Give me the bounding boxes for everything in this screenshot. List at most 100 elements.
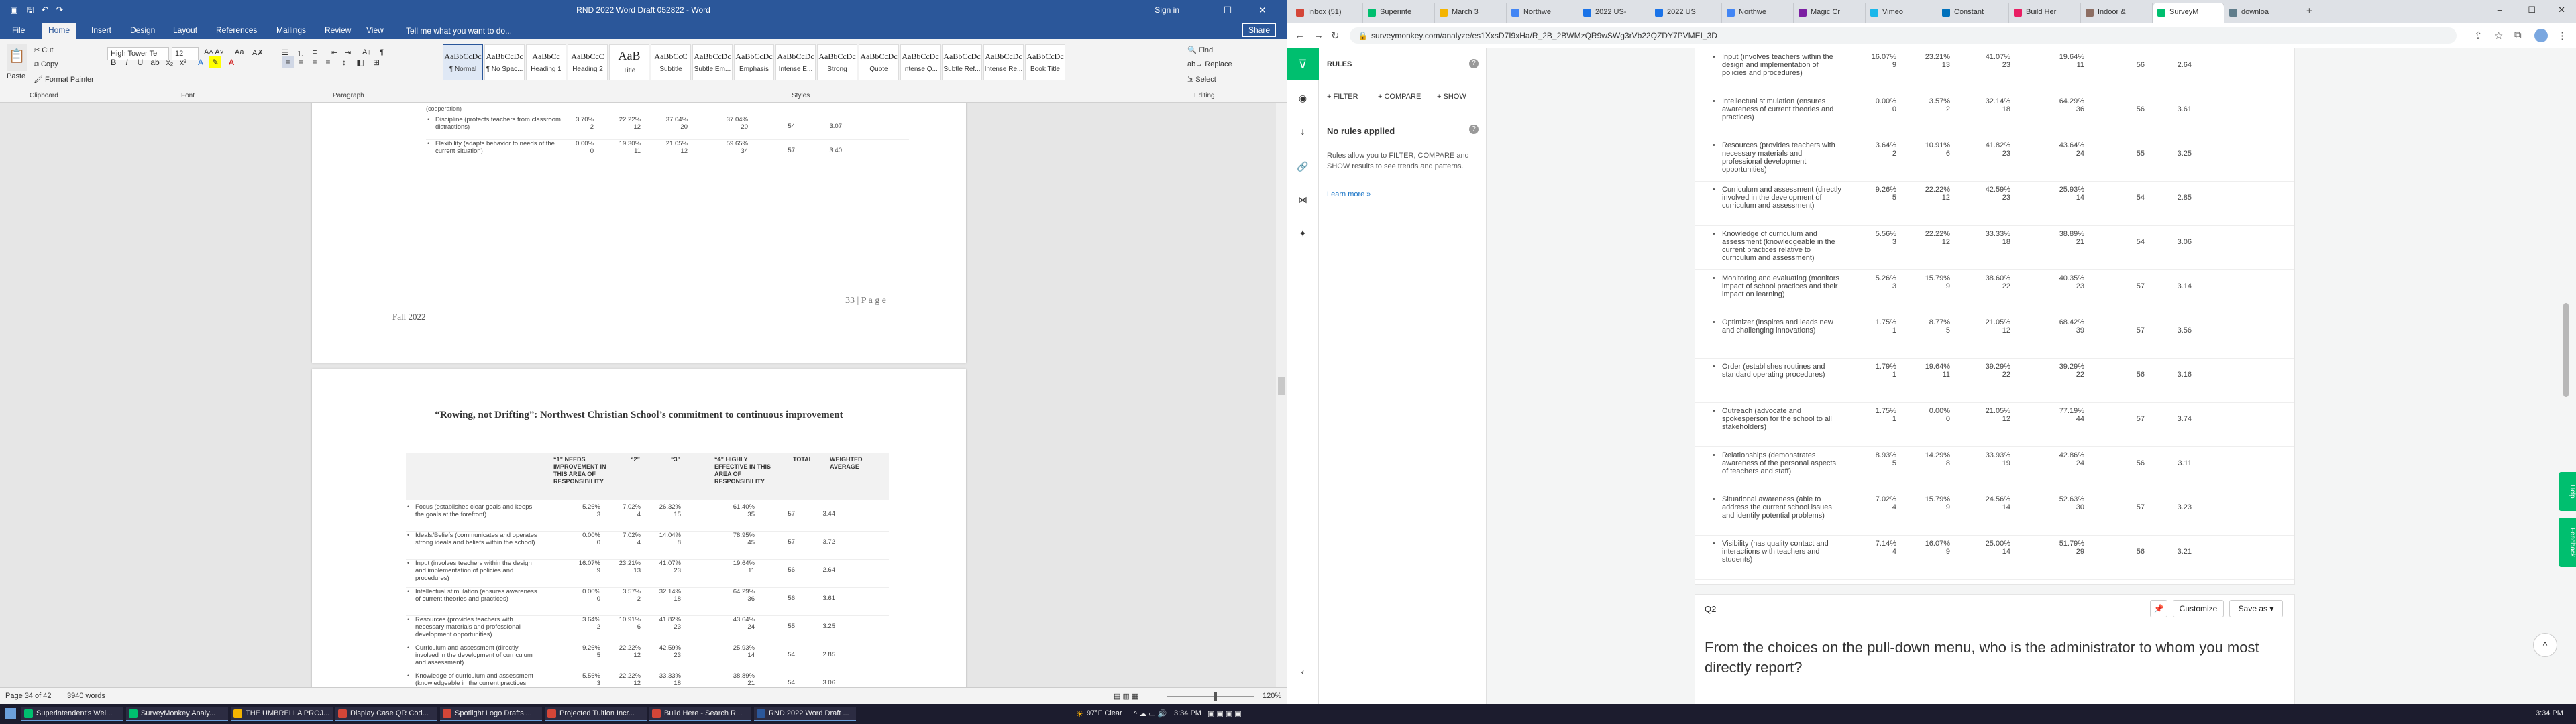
- taskbar-item[interactable]: RND 2022 Word Draft ...: [754, 707, 856, 721]
- browser-tab[interactable]: Magic Cr: [1794, 3, 1866, 23]
- minimize-icon[interactable]: –: [1179, 3, 1206, 17]
- extensions-icon[interactable]: ⧉: [2514, 29, 2522, 41]
- style-9[interactable]: AaBbCcDc Strong: [817, 44, 857, 80]
- paste-icon[interactable]: 📋: [7, 44, 27, 71]
- maximize-icon[interactable]: ☐: [1214, 3, 1241, 17]
- find-button[interactable]: 🔍 Find: [1187, 46, 1213, 54]
- style-8[interactable]: AaBbCcDc Intense E...: [775, 44, 816, 80]
- taskbar-item[interactable]: Build Here - Search R...: [649, 707, 751, 721]
- line-spacing-icon[interactable]: ↕: [338, 56, 350, 68]
- taskbar-item[interactable]: Superintendent's Wel...: [21, 707, 123, 721]
- back-icon[interactable]: ←: [1295, 29, 1305, 41]
- tray-app-icons[interactable]: ▣ ▣ ▣ ▣: [1208, 709, 1242, 718]
- tab-file[interactable]: File: [5, 24, 32, 36]
- underline-icon[interactable]: U: [134, 56, 146, 68]
- justify-icon[interactable]: ≡: [322, 56, 334, 68]
- taskbar-item[interactable]: Display Case QR Cod...: [335, 707, 437, 721]
- tab-home[interactable]: Home: [42, 23, 77, 39]
- browser-tab[interactable]: downloa: [2225, 3, 2296, 23]
- lightbulb-icon[interactable]: ✦: [1296, 228, 1309, 241]
- analyze-results-main[interactable]: Input (involves teachers within the desi…: [1487, 48, 2576, 704]
- reload-icon[interactable]: ↻: [1331, 29, 1340, 42]
- tab-insert[interactable]: Insert: [85, 24, 118, 36]
- pin-icon[interactable]: 📌: [2150, 600, 2167, 617]
- tab-view[interactable]: View: [360, 24, 390, 36]
- tab-mailings[interactable]: Mailings: [270, 24, 313, 36]
- style-7[interactable]: AaBbCcDc Emphasis: [734, 44, 774, 80]
- filter-icon[interactable]: ⊽: [1287, 48, 1319, 80]
- view-icons[interactable]: ▤ ▥ ▦: [1114, 692, 1138, 701]
- style-11[interactable]: AaBbCcDc Intense Q...: [900, 44, 941, 80]
- save-as-button[interactable]: Save as ▾: [2229, 600, 2283, 617]
- italic-icon[interactable]: I: [121, 56, 133, 68]
- pilcrow-icon[interactable]: ¶: [380, 48, 384, 56]
- font-color-icon[interactable]: A: [225, 56, 237, 68]
- style-0[interactable]: AaBbCcDc ¶ Normal: [443, 44, 483, 80]
- style-2[interactable]: AaBbCc Heading 1: [526, 44, 566, 80]
- style-14[interactable]: AaBbCcDc Book Title: [1025, 44, 1065, 80]
- browser-tab[interactable]: March 3: [1436, 3, 1507, 23]
- paste-button[interactable]: Paste: [7, 72, 25, 80]
- page-scrollbar[interactable]: [2559, 48, 2573, 704]
- zoom-slider-handle[interactable]: [1214, 692, 1217, 701]
- shading-icon[interactable]: ◧: [354, 56, 366, 68]
- help-icon[interactable]: ?: [1469, 125, 1479, 134]
- bookmark-icon[interactable]: ☆: [2494, 29, 2503, 42]
- browser-tab[interactable]: SurveyM: [2153, 3, 2224, 23]
- clock-secondary[interactable]: 3:34 PM: [2536, 709, 2563, 717]
- superscript-icon[interactable]: x²: [177, 56, 189, 68]
- style-12[interactable]: AaBbCcDc Subtle Ref...: [942, 44, 982, 80]
- change-case-icon[interactable]: Aa: [235, 48, 244, 56]
- align-center-icon[interactable]: ≡: [295, 56, 307, 68]
- compare-button[interactable]: + COMPARE: [1378, 93, 1421, 101]
- browser-tab[interactable]: Inbox (51): [1292, 3, 1363, 23]
- help-tab[interactable]: Help: [2559, 472, 2576, 511]
- scrollbar-thumb[interactable]: [2563, 303, 2569, 397]
- tab-design[interactable]: Design: [123, 24, 162, 36]
- tell-me-search[interactable]: Tell me what you want to do...: [406, 26, 512, 36]
- avatar[interactable]: [2534, 29, 2548, 42]
- close-icon[interactable]: ✕: [1249, 3, 1276, 17]
- copy-button[interactable]: ⧉ Copy: [34, 60, 58, 69]
- grow-font-icon[interactable]: A˄ A˅: [204, 48, 224, 56]
- minimize-icon[interactable]: –: [2498, 5, 2502, 15]
- zoom-slider[interactable]: [1167, 692, 1254, 701]
- share-page-icon[interactable]: ⇪: [2474, 29, 2483, 42]
- taskbar-item[interactable]: THE UMBRELLA PROJ...: [231, 707, 333, 721]
- share-button[interactable]: Share: [1242, 23, 1276, 37]
- zoom-level[interactable]: 120%: [1263, 692, 1281, 700]
- multilevel-icon[interactable]: ≡: [313, 48, 317, 56]
- align-right-icon[interactable]: ≡: [309, 56, 321, 68]
- style-13[interactable]: AaBbCcDc Intense Re...: [983, 44, 1024, 80]
- format-painter-button[interactable]: 🖌 Format Painter: [34, 75, 94, 84]
- tab-layout[interactable]: Layout: [166, 24, 204, 36]
- link-icon[interactable]: 🔗: [1296, 161, 1309, 174]
- scrollbar-thumb[interactable]: [1278, 377, 1285, 395]
- browser-tab[interactable]: 2022 US: [1651, 3, 1722, 23]
- bold-icon[interactable]: B: [107, 56, 119, 68]
- close-icon[interactable]: ✕: [2558, 5, 2565, 15]
- scroll-to-top-icon[interactable]: ^: [2533, 633, 2557, 657]
- forward-icon[interactable]: →: [1313, 29, 1324, 41]
- maximize-icon[interactable]: ☐: [2528, 5, 2536, 15]
- tab-review[interactable]: Review: [318, 24, 358, 36]
- browser-tab[interactable]: Build Her: [2010, 3, 2081, 23]
- highlight-icon[interactable]: ✎: [209, 56, 221, 68]
- style-4[interactable]: AaB Title: [609, 44, 649, 80]
- text-effects-icon[interactable]: A: [195, 56, 207, 68]
- browser-tab[interactable]: Northwe: [1723, 3, 1794, 23]
- new-tab-icon[interactable]: +: [2306, 5, 2312, 17]
- style-5[interactable]: AaBbCcC Subtitle: [651, 44, 691, 80]
- signin-link[interactable]: Sign in: [1155, 5, 1179, 15]
- sort-icon[interactable]: A↓: [362, 48, 371, 56]
- collapse-icon[interactable]: ‹: [1296, 666, 1309, 680]
- cut-button[interactable]: ✂ Cut: [34, 46, 53, 54]
- help-icon[interactable]: ?: [1469, 59, 1479, 68]
- download-icon[interactable]: ↓: [1296, 126, 1309, 139]
- learn-more-link[interactable]: Learn more »: [1327, 190, 1371, 198]
- document-area[interactable]: (cooperation) Discipline (protects teach…: [0, 103, 1287, 687]
- browser-tab[interactable]: Vimeo: [1866, 3, 1937, 23]
- filter-button[interactable]: + FILTER: [1327, 93, 1358, 101]
- menu-icon[interactable]: ⋮: [2557, 29, 2567, 42]
- share-icon[interactable]: ⋈: [1296, 194, 1309, 208]
